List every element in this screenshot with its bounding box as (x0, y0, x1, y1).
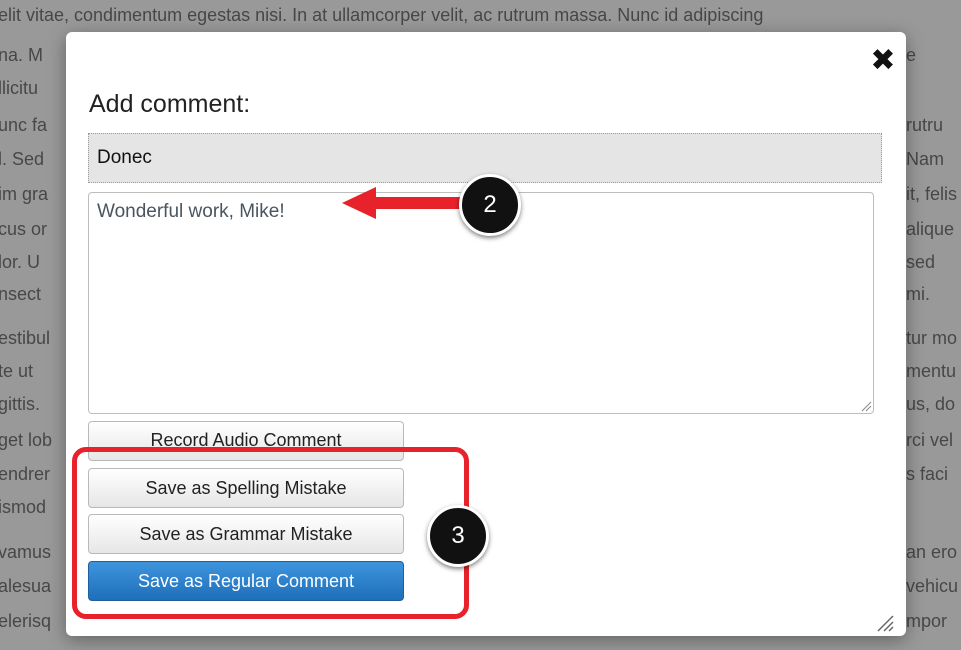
annotation-marker-2: 2 (459, 174, 521, 236)
annotation-arrow-icon (342, 187, 464, 219)
dialog-title: Add comment: (89, 90, 251, 118)
annotation-marker-3: 3 (427, 505, 489, 567)
close-icon[interactable]: ✖ (866, 44, 900, 78)
dialog-resize-grip-icon[interactable] (876, 614, 894, 632)
resize-grip-icon[interactable] (860, 400, 872, 412)
annotation-highlight-box (72, 447, 469, 619)
